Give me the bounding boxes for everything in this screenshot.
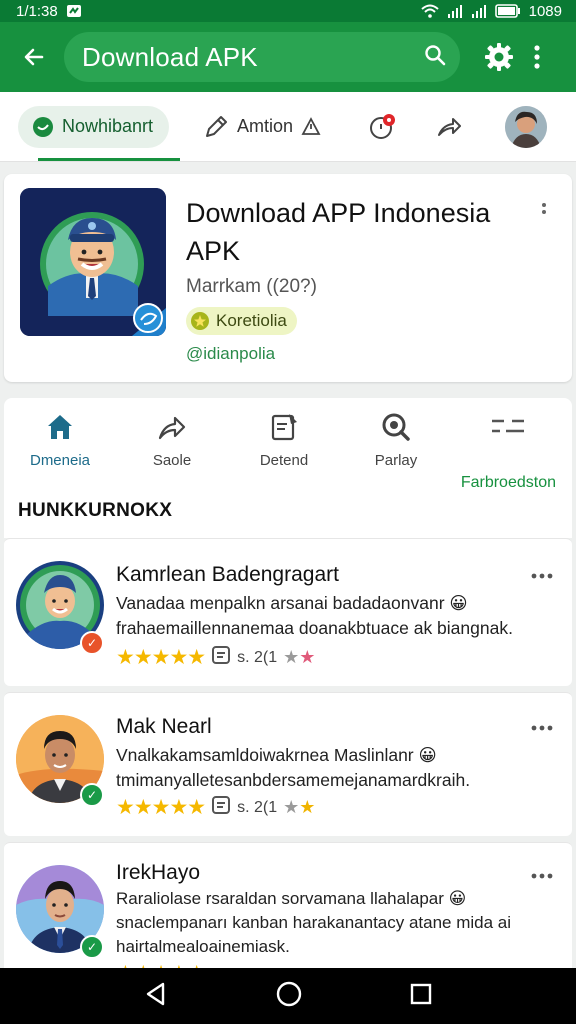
filter-link[interactable]: Farbroedston [461,474,556,492]
nav-back-button[interactable] [143,981,169,1012]
app-title: Download APP Indonesia APK [186,198,491,266]
app-more-button[interactable] [534,200,554,220]
reviewer-name: Mak Nearl [116,715,212,738]
comment-icon [211,645,231,670]
note-icon [269,410,299,444]
more-horiz-icon [531,573,553,579]
action-share[interactable]: Saole [116,410,228,476]
nav-back-icon [146,982,165,1005]
star-badge-icon [191,312,209,330]
gear-icon [485,43,513,71]
nav-recents-icon [410,983,432,1004]
action-parlay[interactable]: Parlay [340,410,452,476]
alert-bell-icon [370,113,396,139]
reaction-icon[interactable]: ★★ [283,647,315,668]
app-bar: Download APK [0,22,576,92]
action-filter[interactable] [452,410,564,476]
battery-icon [494,4,521,18]
nav-home-icon [276,981,302,1006]
review-meta: ★★★★★ s. 2(1 ★★ [116,645,315,670]
review-card[interactable]: ✓ IrekHayo Raraliolase rsaraldan sorvama… [4,842,572,971]
more-horiz-icon [531,725,553,731]
profile-avatar[interactable] [505,105,548,148]
action-detail-label: Detend [259,452,309,469]
pencil-icon [206,115,228,137]
notification-icon [66,4,82,18]
app-badge-label: Koretiolia [216,311,287,330]
rating-stars: ★★★★★ [116,646,206,669]
warning-icon [301,116,321,135]
more-vert-icon [542,203,546,214]
review-more-button[interactable] [530,869,554,883]
review-card[interactable]: ✓ Kamrlean Badengragart Vanadaa menpalkn… [4,538,572,686]
verified-badge-icon: ✓ [80,783,104,807]
app-badge: Koretiolia [186,307,297,335]
action-share-label: Saole [152,452,192,469]
action-row: Dmeneia Saole Detend Parlay [4,410,572,476]
actions-card: Dmeneia Saole Detend Parlay Farbroedston [4,398,572,538]
nav-home-button[interactable] [275,980,303,1013]
tab-action-label: Amtion [237,116,294,136]
system-nav-bar [0,968,576,1024]
app-icon [20,188,166,336]
action-home-label: Dmeneia [29,452,91,469]
action-home[interactable]: Dmeneia [4,410,116,476]
comment-count: s. 2(1 [237,798,278,816]
app-developer: Marrkam ((20?) [186,276,317,297]
page-title: Download APK [82,41,258,72]
tab-action[interactable]: Amtion [203,114,321,140]
tab-active-chip[interactable]: Nowhibanrt [18,105,170,148]
rating-stars: ★★★★★ [116,796,206,819]
filter-lines-icon [490,410,526,444]
back-button[interactable] [12,35,56,79]
battery-text: 1089 [528,2,562,20]
review-meta: ★★★★★ s. 2(1 ★★ [116,795,315,820]
settings-button[interactable] [476,34,522,80]
share-tab-button[interactable] [429,107,469,147]
review-card[interactable]: ✓ Mak Nearl Vnalkakamsamldoiwakrnea Masl… [4,692,572,836]
chat-icon [33,116,53,137]
tab-row: Nowhibanrt Amtion [0,92,576,162]
review-text: Vanadaa menpalkn arsanai badadaonvanr 😀 … [116,593,513,638]
back-arrow-icon [24,48,44,66]
status-time: 1/1:38 [16,2,58,20]
app-handle[interactable]: @idianpolia [186,344,275,364]
verified-badge-icon: ✓ [80,631,104,655]
nav-recents-button[interactable] [409,982,433,1011]
tab-indicator [38,158,180,161]
section-heading: HUNKKURNOKX [18,500,173,521]
tab-active-label: Nowhibanrt [62,116,154,136]
share-arrow-icon [438,117,462,136]
share-icon [156,410,188,444]
signal-icon-2 [471,4,487,18]
status-bar: 1/1:38 1089 [0,0,576,22]
overflow-menu-button[interactable] [522,34,552,80]
reviewer-name: IrekHayo [116,861,201,884]
search-badge-icon [380,410,412,444]
wifi-icon [420,4,439,18]
search-pill[interactable]: Download APK [64,32,460,82]
action-parlay-label: Parlay [374,452,418,469]
review-text: Vnalkakamsamldoiwakrnea Maslinlanr 😀 tmi… [116,745,471,790]
more-vert-icon [534,45,540,69]
review-more-button[interactable] [530,721,554,735]
verified-badge-icon: ✓ [80,935,104,959]
search-icon[interactable] [424,44,446,71]
comment-icon [211,795,231,820]
app-info-card: Download APP Indonesia APK Marrkam ((20?… [4,174,572,382]
reviewer-name: Kamrlean Badengragart [116,563,339,586]
alert-button[interactable] [363,107,403,147]
signal-icon [447,4,463,18]
more-horiz-icon [531,873,553,879]
comment-count: s. 2(1 [237,648,278,666]
reaction-icon[interactable]: ★★ [283,797,315,818]
home-icon [45,410,75,444]
review-text: Raraliolase rsaraldan sorvamana llahalap… [116,889,512,956]
review-more-button[interactable] [530,569,554,583]
action-detail[interactable]: Detend [228,410,340,476]
